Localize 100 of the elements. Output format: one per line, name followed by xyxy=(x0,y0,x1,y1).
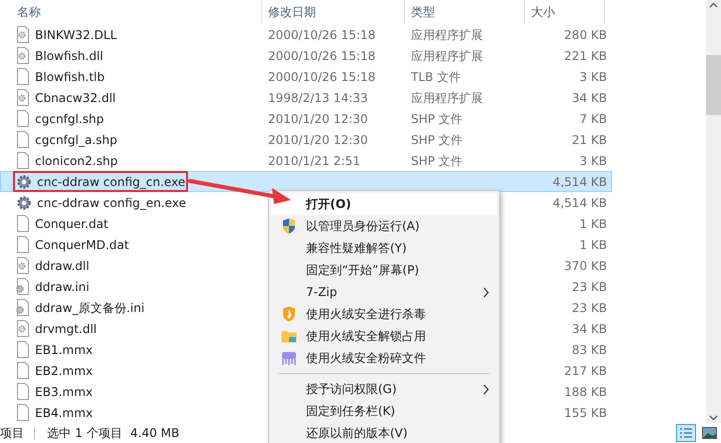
file-name: ddraw.ini xyxy=(35,278,90,296)
file-size: 4,514 KB xyxy=(552,174,607,190)
file-icon xyxy=(16,362,30,379)
file-name: Blowfish.dll xyxy=(35,48,104,64)
menu-item[interactable]: 固定到任务栏(K) xyxy=(271,400,497,422)
menu-item[interactable]: 还原以前的版本(V) xyxy=(271,422,497,443)
gear-icon xyxy=(16,174,32,190)
file-name: EB4.mmx xyxy=(35,404,93,422)
file-name: ConquerMD.dat xyxy=(35,236,129,254)
selected-file-row[interactable]: cnc-ddraw config_cn.exe 4,514 KB xyxy=(0,171,612,192)
menu-item[interactable]: 授予访问权限(G) xyxy=(271,378,497,400)
file-size: 3 KB xyxy=(579,68,607,86)
file-name: EB3.mmx xyxy=(35,384,93,400)
file-size: 217 KB xyxy=(564,362,607,380)
dll-file-icon xyxy=(16,47,30,64)
menu-item-label: 7-Zip xyxy=(306,284,338,301)
menu-item[interactable]: 固定到“开始”屏幕(P) xyxy=(271,259,497,281)
file-size: 370 KB xyxy=(564,258,607,274)
file-type: SHP 文件 xyxy=(411,154,463,168)
file-size: 1 KB xyxy=(579,236,607,254)
menu-item[interactable]: 打开(O) xyxy=(271,193,497,215)
menu-item[interactable]: 使用火绒安全进行杀毒 xyxy=(271,303,497,325)
file-size: 21 KB xyxy=(572,132,607,148)
modified-date: 2010/1/21 2:51 xyxy=(268,154,360,168)
menu-item[interactable]: 7-Zip xyxy=(271,281,497,303)
modified-date: 1998/2/13 14:33 xyxy=(268,90,368,104)
chevron-right-icon xyxy=(483,286,489,298)
file-name: cnc-ddraw config_cn.exe xyxy=(37,174,186,190)
file-name: Conquer.dat xyxy=(35,216,108,232)
file-type: TLB 文件 xyxy=(411,70,462,84)
file-type: 应用程序扩展 xyxy=(411,28,483,42)
file-size: 7 KB xyxy=(579,110,607,128)
dll-file-icon xyxy=(16,89,30,106)
menu-item-label: 还原以前的版本(V) xyxy=(306,425,408,442)
file-name: ddraw.dll xyxy=(35,258,90,274)
folder-icon xyxy=(280,329,296,343)
menu-item-label: 以管理员身份运行(A) xyxy=(306,218,420,235)
column-header[interactable]: 名称 xyxy=(17,3,41,21)
column-header[interactable]: 大小 xyxy=(531,3,555,21)
menu-item-label: 打开(O) xyxy=(306,196,352,213)
settings-file-icon xyxy=(16,299,30,316)
file-name: drvmgt.dll xyxy=(35,320,97,338)
file-name: BINKW32.DLL xyxy=(35,26,117,44)
menu-item[interactable]: 使用火绒安全解锁占用 xyxy=(271,325,497,347)
selection-count: 选中 1 个项目 xyxy=(46,425,122,442)
file-size: 83 KB xyxy=(572,342,607,358)
preview-view-button[interactable] xyxy=(699,424,719,442)
file-size: 280 KB xyxy=(564,26,607,44)
details-view-button[interactable] xyxy=(676,424,696,442)
menu-item-label: 固定到“开始”屏幕(P) xyxy=(306,262,420,279)
modified-date: 2000/10/26 15:18 xyxy=(268,48,376,62)
file-size: 4,514 KB xyxy=(552,194,607,212)
file-type: SHP 文件 xyxy=(411,132,463,146)
file-name: Cbnacw32.dll xyxy=(35,90,116,106)
file-type: 应用程序扩展 xyxy=(411,48,483,62)
menu-item-label: 使用火绒安全粉碎文件 xyxy=(306,350,426,367)
file-size: 3 KB xyxy=(579,152,607,170)
menu-item-label: 使用火绒安全解锁占用 xyxy=(306,328,426,345)
file-icon xyxy=(16,404,30,421)
file-name: cnc-ddraw config_en.exe xyxy=(37,194,186,212)
file-icon xyxy=(16,215,30,232)
file-size: 188 KB xyxy=(564,384,607,400)
column-header[interactable]: 类型 xyxy=(411,3,435,21)
file-name: EB2.mmx xyxy=(35,362,93,380)
modified-date: 2000/10/26 15:18 xyxy=(268,70,376,84)
list-icon xyxy=(679,427,693,439)
file-icon xyxy=(16,152,30,169)
shredder-icon xyxy=(280,350,296,366)
file-icon xyxy=(16,341,30,358)
menu-item[interactable]: 兼容性疑难解答(Y) xyxy=(271,237,497,259)
file-type: 应用程序扩展 xyxy=(411,90,483,104)
menu-item[interactable]: 使用火绒安全粉碎文件 xyxy=(271,347,497,369)
file-name: cgcnfgl_a.shp xyxy=(35,132,118,148)
dll-file-icon xyxy=(16,320,30,337)
dll-file-icon xyxy=(16,257,30,274)
dll-file-icon xyxy=(16,26,30,43)
file-size: 155 KB xyxy=(564,404,607,422)
file-size: 221 KB xyxy=(564,48,607,64)
modified-date: 2010/1/20 12:30 xyxy=(268,112,368,126)
scrollbar[interactable] xyxy=(706,0,721,423)
flame-shield-icon xyxy=(282,306,296,322)
file-size: 34 KB xyxy=(572,90,607,106)
modified-date: 2010/1/20 12:30 xyxy=(268,132,368,146)
file-icon xyxy=(16,110,30,127)
file-name: ddraw_原文备份.ini xyxy=(35,300,144,316)
menu-item-label: 授予访问权限(G) xyxy=(306,381,397,398)
file-name: cgcnfgl.shp xyxy=(35,110,104,128)
menu-item-label: 固定到任务栏(K) xyxy=(306,403,396,420)
shield-icon xyxy=(282,218,296,234)
file-name: Blowfish.tlb xyxy=(35,68,105,86)
file-size: 23 KB xyxy=(572,278,607,296)
scroll-thumb[interactable] xyxy=(706,55,721,115)
file-icon xyxy=(16,131,30,148)
scroll-up-icon[interactable] xyxy=(709,2,718,8)
menu-item-label: 兼容性疑难解答(Y) xyxy=(306,240,407,257)
image-icon xyxy=(702,427,716,439)
file-icon xyxy=(16,383,30,400)
scroll-down-icon[interactable] xyxy=(709,415,718,421)
menu-item[interactable]: 以管理员身份运行(A) xyxy=(271,215,497,237)
column-header[interactable]: 修改日期 xyxy=(268,3,316,21)
